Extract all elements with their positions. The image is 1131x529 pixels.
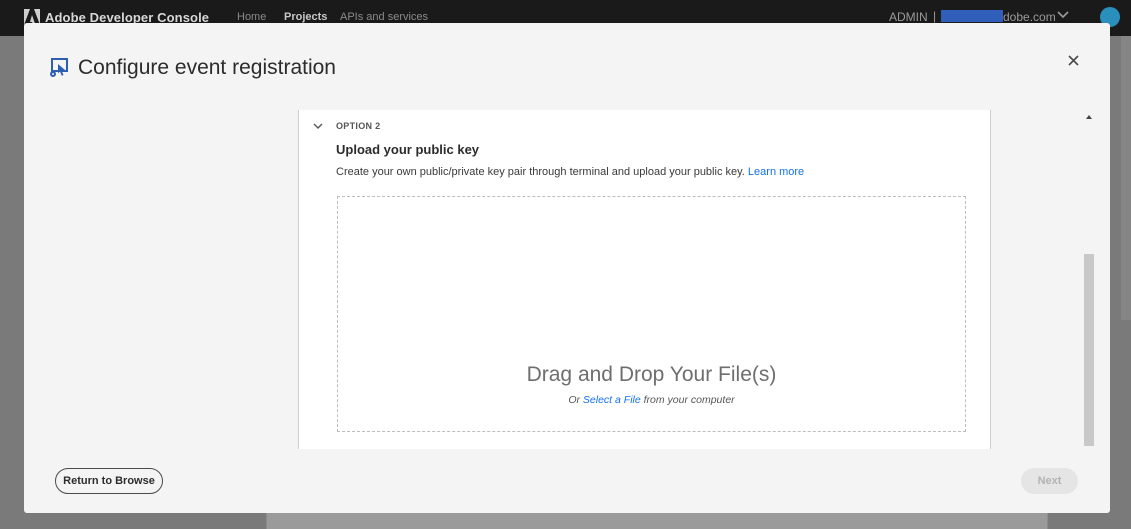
section-description: Create your own public/private key pair … <box>336 166 804 178</box>
scroll-up-arrow-icon[interactable] <box>1086 115 1092 119</box>
event-registration-icon <box>50 58 68 77</box>
close-button[interactable] <box>1064 51 1084 71</box>
chevron-down-icon[interactable] <box>313 123 323 130</box>
dropzone-subtitle: Or Select a File from your computer <box>338 394 965 406</box>
file-dropzone[interactable]: Drag and Drop Your File(s) Or Select a F… <box>337 196 966 432</box>
nav-home[interactable]: Home <box>237 11 266 23</box>
background-scrollbar <box>1121 36 1131 320</box>
learn-more-link[interactable]: Learn more <box>748 166 804 178</box>
scroll-thumb[interactable] <box>1084 254 1094 446</box>
option-label: OPTION 2 <box>336 121 381 131</box>
org-separator: | <box>933 9 937 23</box>
select-file-link[interactable]: Select a File <box>583 394 641 406</box>
redacted-email <box>941 10 1003 22</box>
dropzone-title: Drag and Drop Your File(s) <box>526 363 777 386</box>
section-title: Upload your public key <box>336 142 480 157</box>
description-text: Create your own public/private key pair … <box>336 166 745 178</box>
background-page <box>266 513 1048 529</box>
dropzone-prefix: Or <box>568 394 580 406</box>
close-icon[interactable] <box>1064 51 1084 71</box>
option-panel: OPTION 2 Upload your public key Create y… <box>298 110 991 449</box>
content-scrollbar[interactable] <box>1082 112 1096 448</box>
chevron-down-icon[interactable] <box>1057 9 1069 21</box>
account-email[interactable]: dobe.com <box>1003 10 1056 24</box>
nav-apis-and-services[interactable]: APIs and services <box>340 11 428 23</box>
nav-projects[interactable]: Projects <box>284 11 327 23</box>
configure-event-dialog: Configure event registration OPTION 2 Up… <box>24 23 1110 513</box>
return-to-browse-button[interactable]: Return to Browse <box>55 468 163 494</box>
org-name[interactable]: ADMIN <box>889 10 928 24</box>
dropzone-suffix: from your computer <box>643 394 735 406</box>
next-button[interactable]: Next <box>1021 468 1078 494</box>
dialog-title: Configure event registration <box>78 56 336 79</box>
